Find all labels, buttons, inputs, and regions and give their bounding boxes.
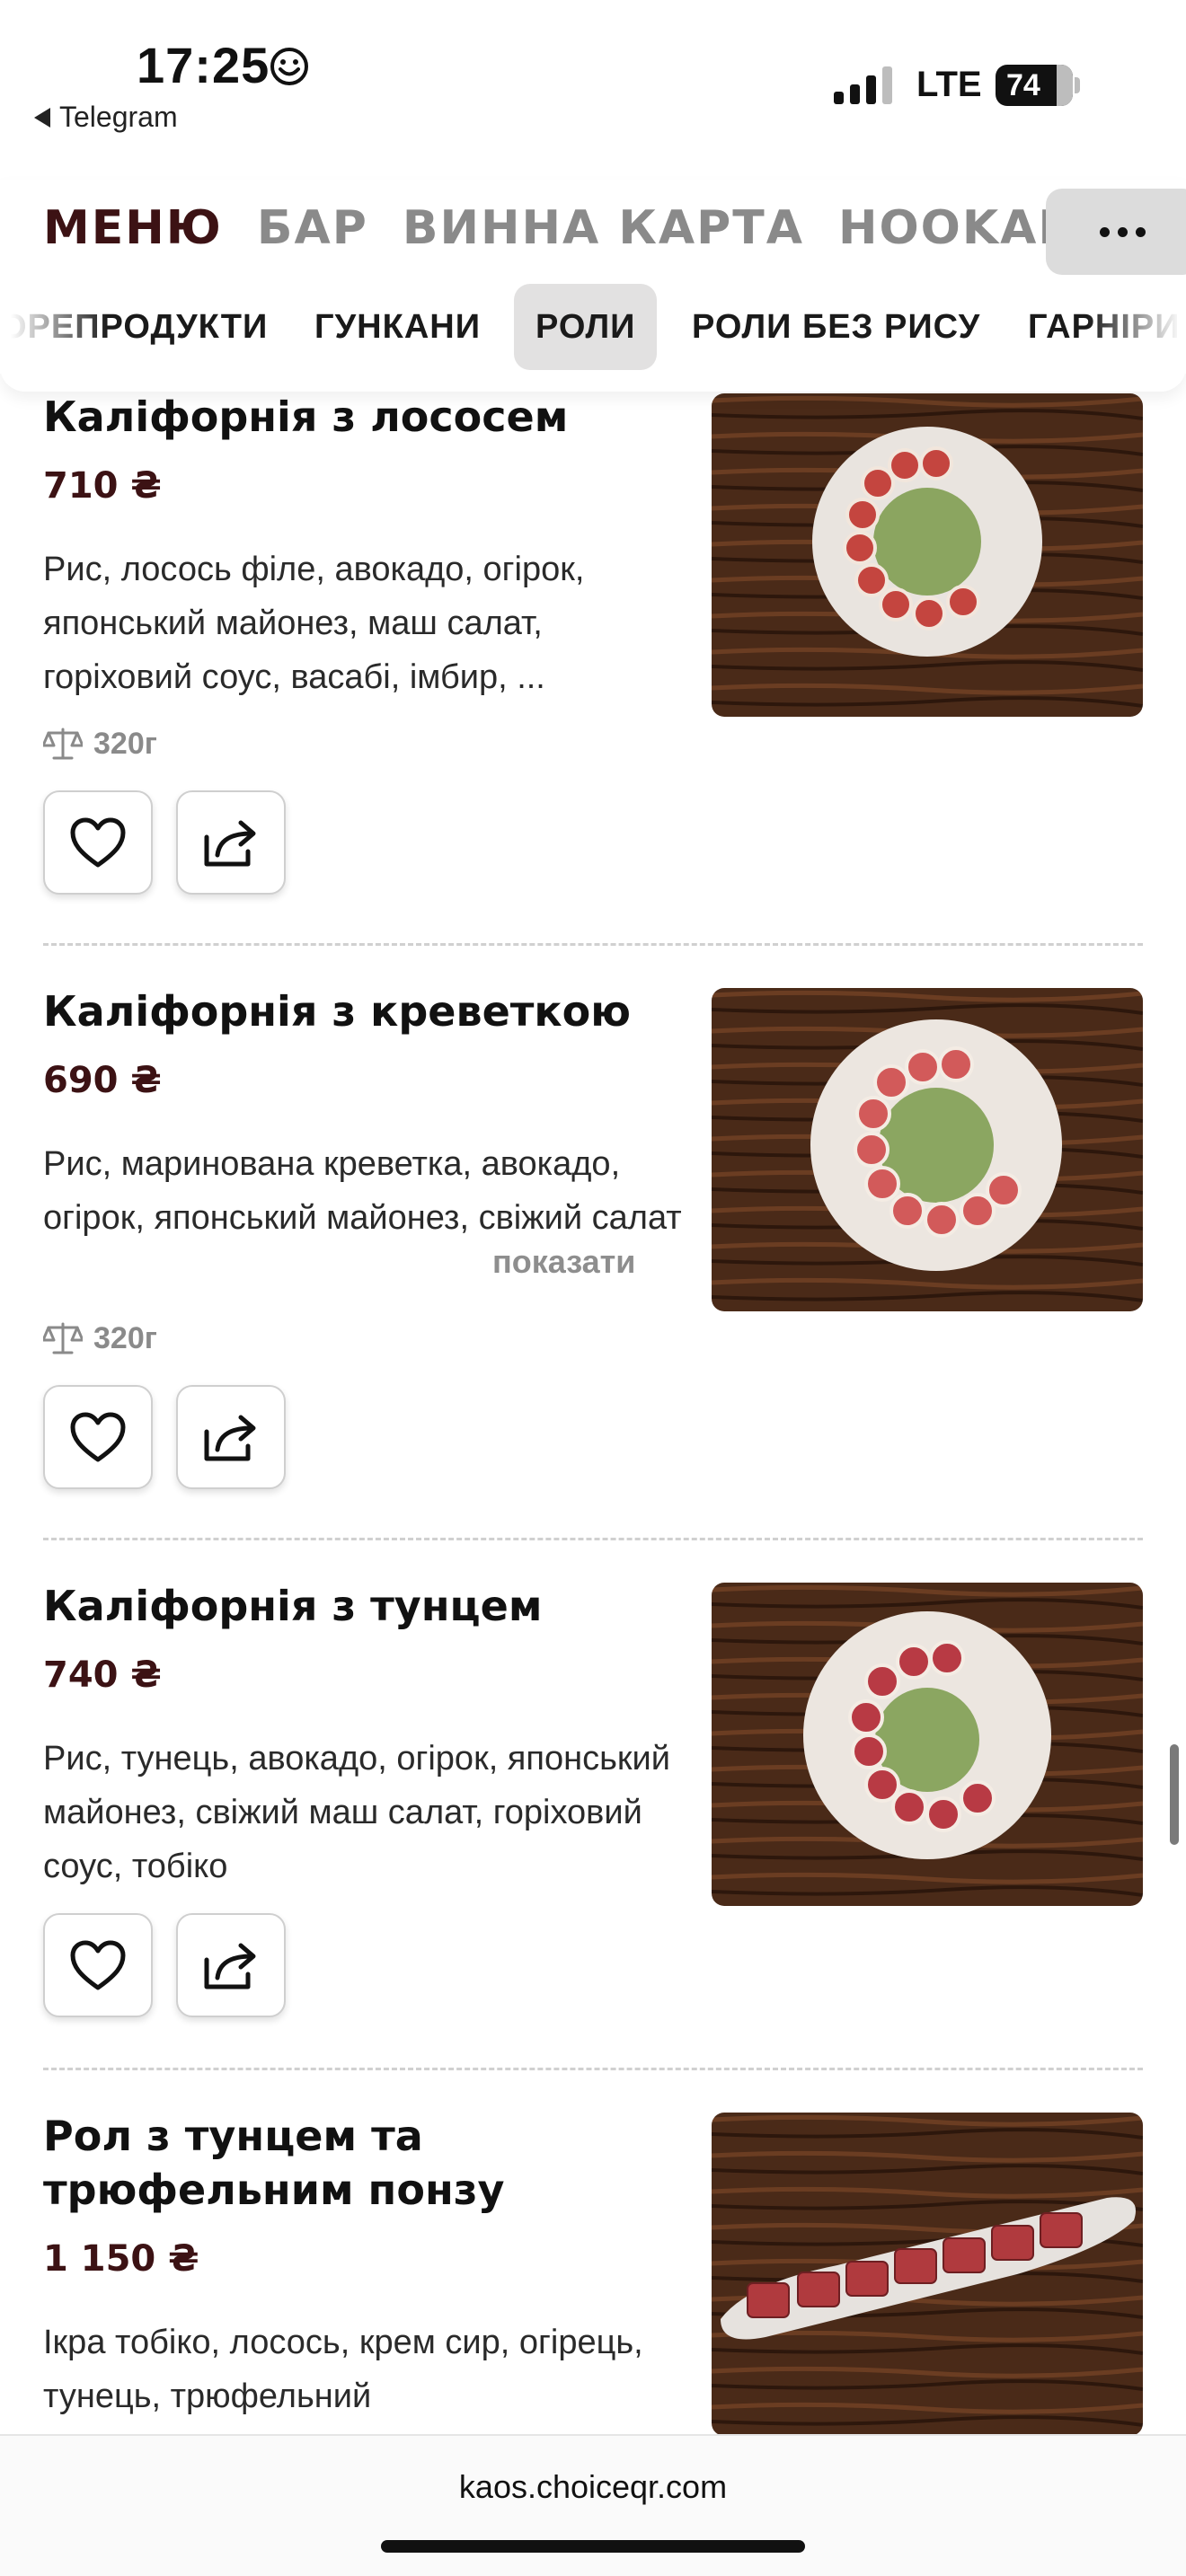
scroll-fade-right [1087,284,1186,374]
item-divider [43,2068,1143,2070]
share-icon [204,820,256,867]
dish-photo [712,393,1143,717]
share-button[interactable] [176,1385,286,1489]
item-weight: 320г [43,726,157,762]
tab-wine-list[interactable]: ВИННА КАРТА [403,201,804,255]
smiley-icon [270,48,308,85]
share-button[interactable] [176,790,286,895]
item-price: 740 ₴ [43,1654,162,1696]
more-button[interactable] [1046,189,1186,275]
battery-empty-part [1057,65,1073,106]
scale-icon [43,1322,83,1354]
back-app-label: Telegram [59,101,178,133]
item-price: 1 150 ₴ [43,2238,199,2280]
favorite-button[interactable] [43,1385,153,1489]
heart-icon [70,1940,126,1990]
heart-icon [70,817,126,868]
share-button[interactable] [176,1913,286,2017]
status-time: 17:25 [137,37,270,93]
item-description: Ікра тобіко, лосось, крем сир, огірець, … [43,2324,643,2415]
battery-tip [1075,77,1080,93]
scroll-fade-left [0,284,108,374]
heart-icon [70,1412,126,1462]
item-name: Каліфорнія з лососем [43,393,569,441]
favorite-button[interactable] [43,1913,153,2017]
item-weight-value: 320г [93,726,157,761]
item-price: 690 ₴ [43,1060,162,1101]
item-divider [43,943,1143,946]
item-name: Каліфорнія з тунцем [43,1582,543,1630]
back-to-telegram-link[interactable]: Telegram [34,101,178,134]
item-price: 710 ₴ [43,465,162,507]
category-tab-gunkan[interactable]: ГУНКАНИ [314,284,481,370]
share-icon [204,1415,256,1461]
favorite-button[interactable] [43,790,153,895]
category-tab-rolls-no-rice[interactable]: РОЛИ БЕЗ РИСУ [692,284,980,370]
dish-photo [712,1583,1143,1906]
item-weight: 320г [43,1320,157,1356]
item-description: Рис, лосось філе, авокадо, огірок, японс… [43,551,585,696]
item-divider [43,1538,1143,1540]
battery-icon: 74 [996,65,1073,106]
more-dots-icon [1099,226,1110,237]
back-arrow-icon [34,107,50,128]
top-navigation: МЕНЮ БАР ВИННА КАРТА HOOKAH ОРЕПРОДУКТИ … [0,180,1186,392]
dish-photo [712,2113,1143,2436]
scale-icon [43,728,83,760]
tab-bar[interactable]: БАР [257,201,368,255]
item-weight-value: 320г [93,1320,157,1355]
signal-icon [834,66,892,104]
home-indicator[interactable] [381,2540,805,2553]
item-description: Рис, тунець, авокадо, огірок, японський … [43,1740,670,1885]
item-name: Рол з тунцем та трюфельним понзу [43,2112,505,2214]
dish-photo [712,988,1143,1311]
tab-hookah[interactable]: HOOKAH [838,201,1079,255]
more-dot [1135,226,1146,237]
category-tab-rolls[interactable]: РОЛИ [514,284,658,370]
share-icon [204,1943,256,1989]
item-name: Каліфорнія з креветкою [43,987,631,1036]
battery-level: 74 [1006,67,1040,102]
browser-url-bar[interactable]: kaos.choiceqr.com [0,2434,1186,2576]
show-more-link[interactable]: показати [420,1243,636,1281]
scrollbar[interactable] [1170,1744,1179,1845]
app-screen: 17:25 Telegram LTE 74 МЕНЮ БАР ВИННА КАР… [0,0,1186,2576]
more-dot [1117,226,1128,237]
url-text: kaos.choiceqr.com [458,2468,728,2505]
category-tabs: ОРЕПРОДУКТИ ГУНКАНИ РОЛИ РОЛИ БЕЗ РИСУ Г… [0,284,1186,374]
main-tabs: МЕНЮ БАР ВИННА КАРТА HOOKAH [43,201,1079,255]
tab-menu[interactable]: МЕНЮ [43,201,223,255]
network-type: LTE [916,65,982,104]
